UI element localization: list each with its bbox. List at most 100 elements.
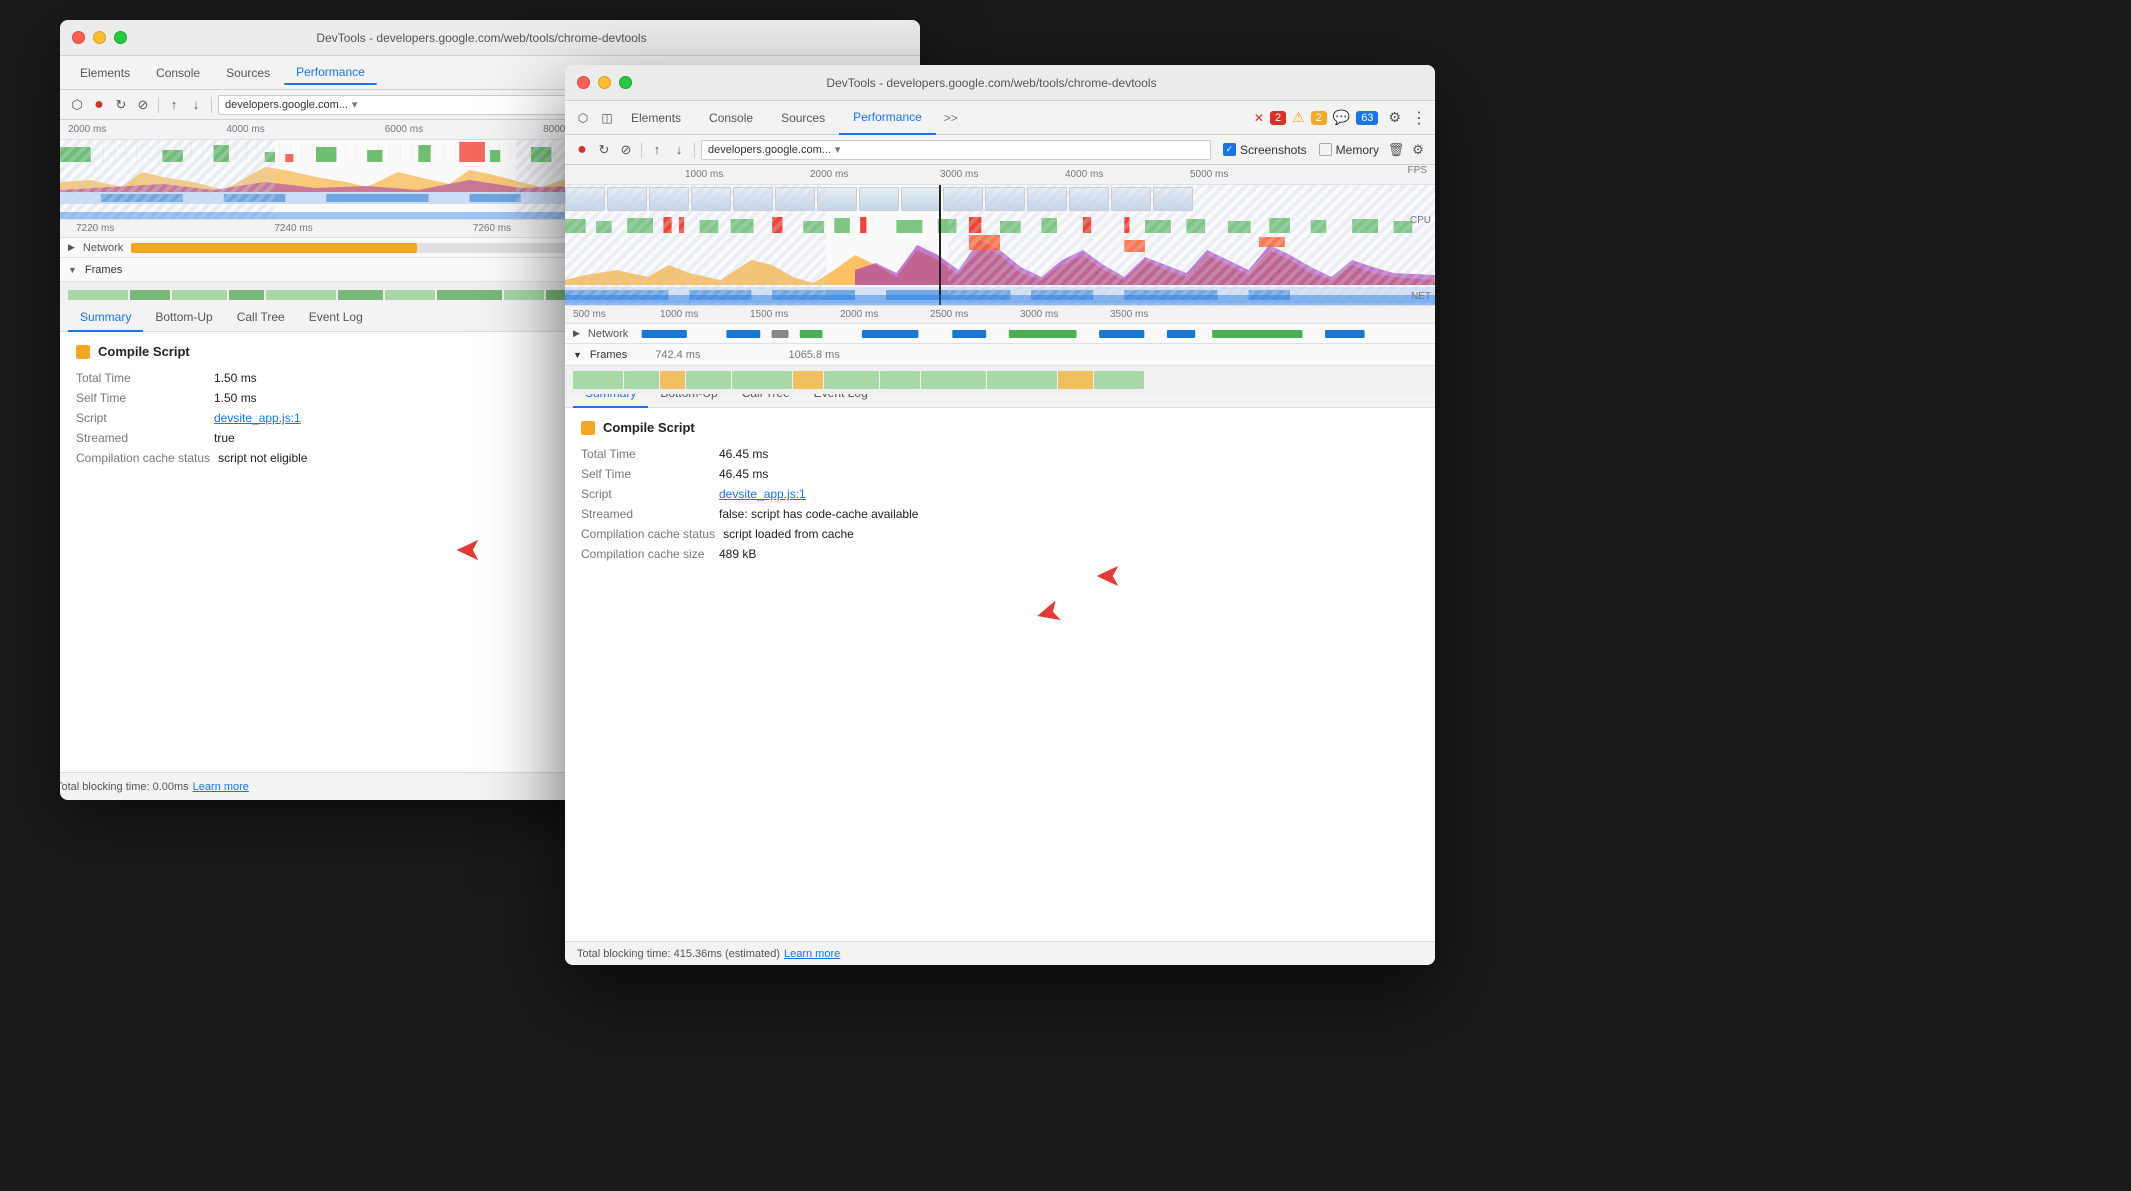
info-badge: 63 [1356, 111, 1378, 125]
screenshots-toggle[interactable]: ✓ Screenshots [1223, 143, 1307, 157]
front-ruler: 1000 ms 2000 ms 3000 ms 4000 ms 5000 ms … [565, 165, 1435, 185]
front-ruler-3000: 3000 ms [940, 169, 978, 180]
back-titlebar: DevTools - developers.google.com/web/too… [60, 20, 920, 56]
front-script-row: Script devsite_app.js:1 [581, 487, 1419, 501]
front-script-label: Script [581, 487, 711, 501]
front-settings-icon[interactable]: ⚙ [1409, 141, 1427, 159]
back-learn-more[interactable]: Learn more [193, 781, 249, 793]
upload-icon[interactable]: ↑ [165, 96, 183, 114]
frame-7 [385, 290, 435, 300]
cursor-icon[interactable]: ⬡ [68, 96, 86, 114]
back-self-time-label: Self Time [76, 391, 206, 405]
frame-9 [504, 290, 544, 300]
front-ruler2-500: 500 ms [573, 309, 606, 320]
front-ruler-2000: 2000 ms [810, 169, 848, 180]
refresh-icon[interactable]: ↻ [112, 96, 130, 114]
front-trash-icon[interactable]: 🗑 [1387, 141, 1405, 159]
front-cache-size-label: Compilation cache size [581, 547, 711, 561]
front-arrow-2: ➤ [1031, 590, 1067, 634]
front-net-triangle: ▶ [573, 328, 580, 339]
layout-icon: ◫ [597, 111, 617, 125]
back-total-time-label: Total Time [76, 371, 206, 385]
ruler-mark-1: 4000 ms [226, 124, 264, 135]
network-label: Network [83, 242, 123, 254]
front-compile-title: Compile Script [603, 420, 695, 435]
front-total-time-label: Total Time [581, 447, 711, 461]
screenshots-label: Screenshots [1240, 143, 1307, 157]
front-frame-7 [824, 371, 879, 389]
front-panel-content: Compile Script Total Time 46.45 ms Self … [565, 408, 1435, 941]
front-script-value[interactable]: devsite_app.js:1 [719, 487, 806, 501]
tab-elements-front[interactable]: Elements [617, 101, 695, 135]
front-cache-size-value: 489 kB [719, 547, 756, 561]
front-frame-4 [686, 371, 731, 389]
front-arrow-1: ➤ [1095, 556, 1122, 594]
frame-8 [437, 290, 502, 300]
tab-performance-front[interactable]: Performance [839, 101, 936, 135]
url-bar-front[interactable]: developers.google.com... ▾ [701, 140, 1211, 160]
front-frames-triangle: ▼ [573, 350, 582, 360]
tab-console-front[interactable]: Console [695, 101, 767, 135]
warning-badge: 2 [1311, 111, 1327, 125]
front-streamed-row: Streamed false: script has code-cache av… [581, 507, 1419, 521]
screenshots-checkbox[interactable]: ✓ [1223, 143, 1236, 156]
tab-calltree-back[interactable]: Call Tree [225, 304, 297, 332]
tab-eventlog-back[interactable]: Event Log [297, 304, 375, 332]
frame-6 [338, 290, 383, 300]
network-fill [131, 243, 417, 253]
back-script-value[interactable]: devsite_app.js:1 [214, 411, 301, 425]
front-total-time-value: 46.45 ms [719, 447, 768, 461]
front-ruler2-1500: 1500 ms [750, 309, 788, 320]
memory-label: Memory [1336, 143, 1379, 157]
front-frames-label: Frames [590, 349, 627, 361]
memory-checkbox[interactable] [1319, 143, 1332, 156]
record-button[interactable]: ● [90, 96, 108, 114]
frame-4 [229, 290, 264, 300]
dropdown-icon[interactable]: ▾ [352, 98, 358, 111]
settings-icon[interactable]: ⚙ [1388, 109, 1401, 126]
devtools-icon: ⬡ [573, 111, 593, 125]
front-record-button[interactable]: ● [573, 141, 591, 159]
tab-sources-front[interactable]: Sources [767, 101, 839, 135]
front-divider2 [694, 142, 695, 158]
back-status-text: Total blocking time: 0.00ms [60, 781, 189, 793]
more-icon[interactable]: ⋮ [1411, 108, 1427, 128]
triangle-net: ▶ [68, 242, 75, 253]
tab-elements-back[interactable]: Elements [68, 62, 142, 84]
front-frames-time2: 1065.8 ms [788, 349, 839, 361]
front-self-time-value: 46.45 ms [719, 467, 768, 481]
tab-sources-back[interactable]: Sources [214, 62, 282, 84]
memory-toggle[interactable]: Memory [1319, 143, 1379, 157]
error-icon: ✕ [1254, 111, 1264, 125]
more-tabs[interactable]: >> [936, 111, 966, 125]
front-frame-9 [921, 371, 986, 389]
front-upload-icon[interactable]: ↑ [648, 141, 666, 159]
front-cache-row: Compilation cache status script loaded f… [581, 527, 1419, 541]
tab-console-back[interactable]: Console [144, 62, 212, 84]
front-clear-icon[interactable]: ⊘ [617, 141, 635, 159]
front-download-icon[interactable]: ↓ [670, 141, 688, 159]
front-self-time-label: Self Time [581, 467, 711, 481]
clear-icon[interactable]: ⊘ [134, 96, 152, 114]
front-network-row: ▶ Network [565, 324, 1435, 344]
front-frames-time1: 742.4 ms [655, 349, 700, 361]
front-learn-more[interactable]: Learn more [784, 948, 840, 960]
frames-label-back: Frames [85, 264, 122, 276]
download-icon[interactable]: ↓ [187, 96, 205, 114]
info-icon: 💬 [1333, 109, 1350, 126]
tab-summary-back[interactable]: Summary [68, 304, 143, 332]
tab-performance-back[interactable]: Performance [284, 61, 377, 85]
back-cache-value: script not eligible [218, 451, 307, 465]
front-frame-6 [793, 371, 823, 389]
front-ruler2-2500: 2500 ms [930, 309, 968, 320]
front-frame-12 [1094, 371, 1144, 389]
front-tabs: ⬡ ◫ Elements Console Sources Performance… [565, 101, 1435, 135]
tab-bottomup-back[interactable]: Bottom-Up [143, 304, 224, 332]
thumb-8 [859, 187, 899, 211]
front-dropdown-icon[interactable]: ▾ [835, 143, 841, 156]
divider [158, 97, 159, 113]
front-divider [641, 142, 642, 158]
front-refresh-icon[interactable]: ↻ [595, 141, 613, 159]
frame-3 [172, 290, 227, 300]
front-ruler-4000: 4000 ms [1065, 169, 1103, 180]
